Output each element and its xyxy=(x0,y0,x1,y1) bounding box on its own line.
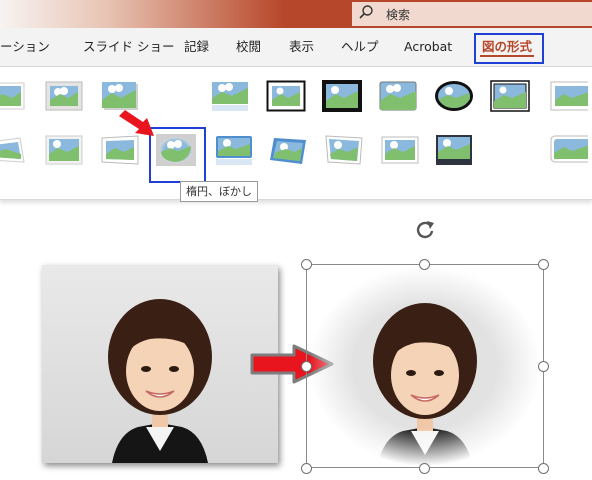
resize-handle-left[interactable] xyxy=(301,361,312,372)
rotate-handle-icon[interactable] xyxy=(413,218,437,242)
selected-picture-frame[interactable] xyxy=(306,264,544,468)
style-reflected-bevel[interactable] xyxy=(214,134,254,166)
resize-handle-bottom[interactable] xyxy=(419,463,430,474)
style-metal-oval[interactable] xyxy=(434,80,474,112)
resize-handle-bottom-left[interactable] xyxy=(301,463,312,474)
style-double-frame-black[interactable] xyxy=(490,80,530,112)
style-thick-matte-black[interactable] xyxy=(322,80,362,112)
pointer-arrow-icon xyxy=(119,110,154,136)
tab-view[interactable]: 表示 xyxy=(289,28,314,66)
style-tooltip: 楕円、ぼかし xyxy=(180,181,258,202)
style-soft-edge-rect-2[interactable] xyxy=(44,134,84,166)
resize-handle-bottom-right[interactable] xyxy=(538,463,549,474)
style-perspective-tilted[interactable] xyxy=(268,134,308,166)
tab-callout-box xyxy=(474,33,544,64)
style-rounded-rect[interactable] xyxy=(378,80,418,112)
style-simple-frame-black[interactable] xyxy=(266,80,306,112)
style-drop-shadow-rect[interactable] xyxy=(100,80,140,112)
style-perspective-shadow[interactable] xyxy=(0,134,40,166)
search-box[interactable]: 検索 xyxy=(352,2,592,26)
style-relaxed-perspective[interactable] xyxy=(324,134,364,166)
resize-handle-top-left[interactable] xyxy=(301,259,312,270)
title-bar: 検索 xyxy=(0,0,592,28)
tab-acrobat[interactable]: Acrobat xyxy=(404,28,452,66)
style-bevel-perspective[interactable] xyxy=(380,134,420,166)
tab-help[interactable]: ヘルプ xyxy=(341,28,379,66)
tab-animations[interactable]: ーション xyxy=(0,28,50,66)
style-reflected-rect[interactable] xyxy=(210,80,250,112)
resize-handle-top-right[interactable] xyxy=(538,259,549,270)
tab-record[interactable]: 記録 xyxy=(184,28,209,66)
style-rotated-white[interactable] xyxy=(548,80,588,112)
search-label: 検索 xyxy=(386,7,411,22)
soft-edge-oval-photo xyxy=(307,265,543,467)
style-reflected-rounded[interactable] xyxy=(548,134,588,166)
search-icon xyxy=(352,4,380,24)
picture-styles-gallery xyxy=(0,67,592,200)
tab-review[interactable]: 校閲 xyxy=(236,28,261,66)
tab-slideshow[interactable]: スライド ショー xyxy=(83,28,174,66)
original-photo xyxy=(42,265,278,463)
style-soft-edge-rect[interactable] xyxy=(44,80,84,112)
resize-handle-right[interactable] xyxy=(538,361,549,372)
style-center-shadow[interactable] xyxy=(434,134,474,166)
style-simple-frame-white[interactable] xyxy=(0,80,40,112)
resize-handle-top[interactable] xyxy=(419,259,430,270)
